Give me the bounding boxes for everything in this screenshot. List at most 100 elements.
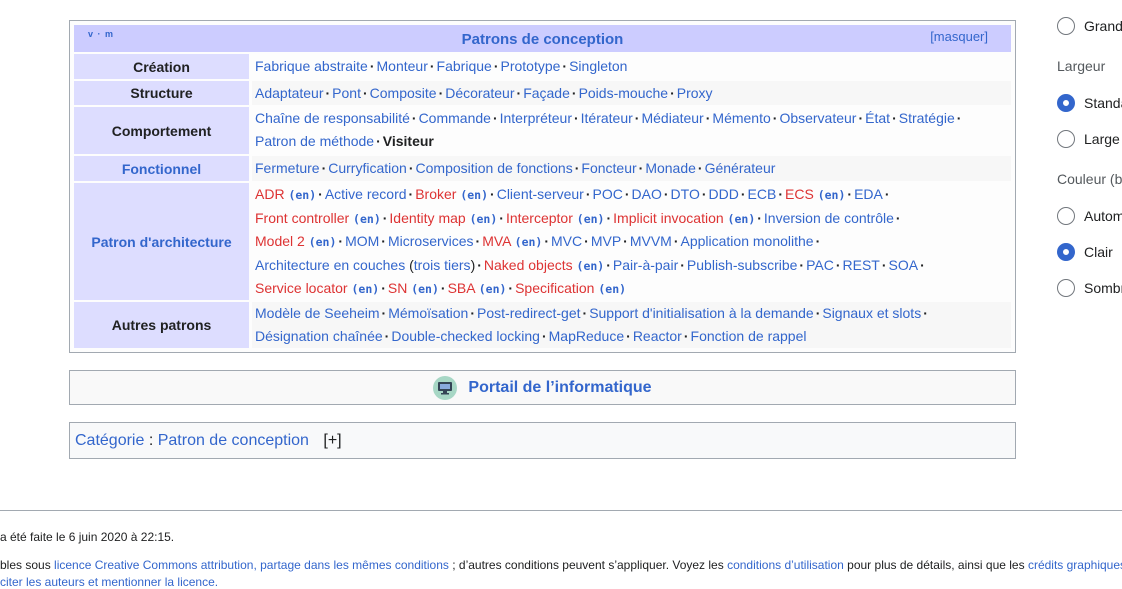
link[interactable]: ADR — [255, 186, 285, 202]
category-link[interactable]: Patron de conception — [158, 432, 309, 449]
link[interactable]: SOA — [889, 257, 919, 273]
link[interactable]: Composition de fonctions — [416, 160, 573, 176]
en-link[interactable]: (en) — [460, 188, 488, 202]
radio-selected-icon[interactable] — [1057, 94, 1075, 112]
link[interactable]: MVVM — [630, 233, 672, 249]
link[interactable]: Patron de méthode — [255, 133, 374, 149]
link[interactable]: Observateur — [779, 110, 856, 126]
link[interactable]: Double-checked locking — [391, 328, 540, 344]
link[interactable]: Specification — [515, 280, 594, 296]
link[interactable]: Fermeture — [255, 160, 320, 176]
link[interactable]: Médiateur — [641, 110, 703, 126]
link[interactable]: Signaux et slots — [822, 305, 921, 321]
en-link[interactable]: (en) — [577, 259, 605, 273]
option-sombre[interactable]: Sombre — [1057, 279, 1122, 297]
radio-icon[interactable] — [1057, 130, 1075, 148]
en-link[interactable]: (en) — [309, 235, 337, 249]
link[interactable]: Active record — [325, 186, 407, 202]
link[interactable]: ECB — [748, 186, 777, 202]
link[interactable]: Stratégie — [899, 110, 955, 126]
link[interactable]: Décorateur — [445, 85, 514, 101]
link[interactable]: Reactor — [633, 328, 682, 344]
navbox-hide-toggle[interactable]: [masquer] — [930, 29, 988, 44]
computer-icon[interactable] — [433, 375, 458, 400]
radio-icon[interactable] — [1057, 279, 1075, 297]
link[interactable]: Naked objects — [484, 257, 573, 273]
portal-link[interactable]: Portail de l’informatique — [468, 379, 651, 397]
option-clair[interactable]: Clair — [1057, 243, 1113, 261]
link[interactable]: Itérateur — [581, 110, 633, 126]
link[interactable]: Service locator — [255, 280, 348, 296]
link[interactable]: Implicit invocation — [613, 210, 724, 226]
option-large[interactable]: Large — [1057, 130, 1120, 148]
link[interactable]: Front controller — [255, 210, 349, 226]
link[interactable]: POC — [593, 186, 623, 202]
radio-selected-icon[interactable] — [1057, 243, 1075, 261]
link[interactable]: Interceptor — [506, 210, 573, 226]
link[interactable]: Architecture en couches — [255, 257, 405, 273]
link[interactable]: Microservices — [388, 233, 474, 249]
link[interactable]: Model 2 — [255, 233, 305, 249]
en-link[interactable]: (en) — [818, 188, 846, 202]
link[interactable]: Commande — [419, 110, 491, 126]
en-link[interactable]: (en) — [288, 188, 316, 202]
categories-link[interactable]: Catégorie — [75, 432, 144, 449]
link[interactable]: Modèle de Seeheim — [255, 305, 380, 321]
link[interactable]: SN — [388, 280, 407, 296]
en-link[interactable]: (en) — [728, 212, 756, 226]
link[interactable]: Inversion de contrôle — [764, 210, 894, 226]
en-link[interactable]: (en) — [479, 282, 507, 296]
link[interactable]: Curryfication — [328, 160, 407, 176]
link[interactable]: MapReduce — [549, 328, 625, 344]
link[interactable]: Proxy — [677, 85, 713, 101]
link[interactable]: PAC — [806, 257, 834, 273]
terms-link[interactable]: conditions d’utilisation — [727, 558, 844, 572]
link[interactable]: Identity map — [389, 210, 465, 226]
link[interactable]: Générateur — [705, 160, 776, 176]
link[interactable]: trois tiers — [414, 257, 471, 273]
link[interactable]: DDD — [709, 186, 739, 202]
link[interactable]: MVC — [551, 233, 582, 249]
link[interactable]: Chaîne de responsabilité — [255, 110, 410, 126]
link[interactable]: EDA — [854, 186, 883, 202]
group-fonctionnel[interactable]: Fonctionnel — [74, 156, 249, 181]
link[interactable]: Foncteur — [581, 160, 636, 176]
option-standard[interactable]: Standard — [1057, 94, 1122, 112]
link[interactable]: Mémento — [712, 110, 770, 126]
link[interactable]: Interpréteur — [500, 110, 572, 126]
link[interactable]: Poids-mouche — [579, 85, 669, 101]
footer-license-cont[interactable]: citer les auteurs et mentionner la licen… — [0, 575, 218, 589]
group-architecture[interactable]: Patron d'architecture — [74, 183, 249, 300]
link[interactable]: Singleton — [569, 58, 627, 74]
option-automatique[interactable]: Automatique — [1057, 207, 1122, 225]
link[interactable]: Mémoïsation — [388, 305, 468, 321]
link[interactable]: Fabrique — [437, 58, 492, 74]
link[interactable]: Désignation chaînée — [255, 328, 383, 344]
navbox-title[interactable]: Patrons de conception — [74, 31, 1011, 48]
link[interactable]: Post-redirect-get — [477, 305, 580, 321]
en-link[interactable]: (en) — [353, 212, 381, 226]
link[interactable]: Fabrique abstraite — [255, 58, 368, 74]
link[interactable]: Façade — [523, 85, 570, 101]
link[interactable]: Prototype — [500, 58, 560, 74]
option-grand[interactable]: Grand — [1057, 17, 1122, 35]
link[interactable]: Fonction de rappel — [691, 328, 807, 344]
link[interactable]: MVP — [591, 233, 621, 249]
link[interactable]: Client-serveur — [497, 186, 584, 202]
link[interactable]: Pont — [332, 85, 361, 101]
link[interactable]: Application monolithe — [681, 233, 814, 249]
en-link[interactable]: (en) — [515, 235, 543, 249]
link[interactable]: REST — [843, 257, 880, 273]
link[interactable]: Pair-à-pair — [613, 257, 678, 273]
link[interactable]: Support d'initialisation à la demande — [589, 305, 814, 321]
link[interactable]: Monteur — [377, 58, 428, 74]
en-link[interactable]: (en) — [411, 282, 439, 296]
link[interactable]: État — [865, 110, 890, 126]
license-link[interactable]: licence Creative Commons attribution, pa… — [54, 558, 449, 572]
radio-icon[interactable] — [1057, 17, 1075, 35]
en-link[interactable]: (en) — [598, 282, 626, 296]
en-link[interactable]: (en) — [577, 212, 605, 226]
link[interactable]: DAO — [632, 186, 662, 202]
link[interactable]: Publish-subscribe — [687, 257, 798, 273]
link[interactable]: MOM — [345, 233, 379, 249]
